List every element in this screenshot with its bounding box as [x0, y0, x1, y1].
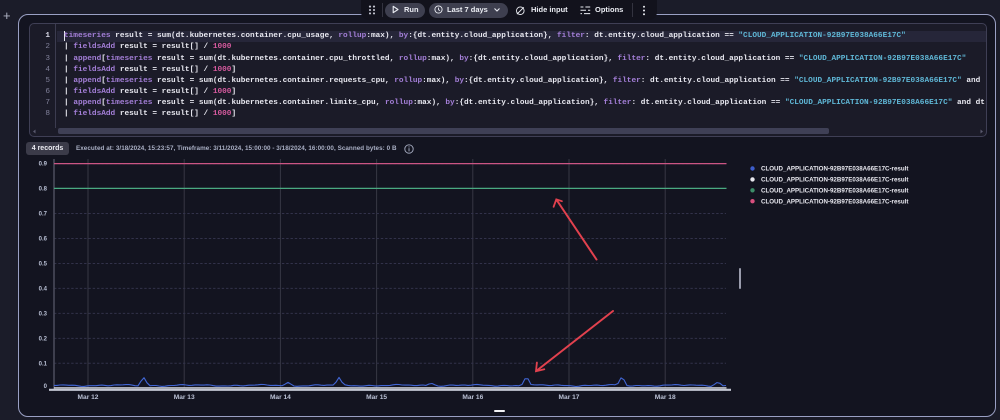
svg-text:Mar 18: Mar 18 [655, 394, 676, 401]
svg-text:Mar 15: Mar 15 [366, 394, 387, 401]
svg-text:0.2: 0.2 [39, 336, 48, 342]
svg-text:Mar 16: Mar 16 [462, 394, 483, 401]
svg-text:CLOUD_APPLICATION-92B97E038A66: CLOUD_APPLICATION-92B97E038A66E17C-resul… [761, 177, 908, 184]
svg-text:Mar 13: Mar 13 [174, 394, 195, 401]
svg-text:Mar 14: Mar 14 [270, 394, 291, 401]
svg-text:0.5: 0.5 [39, 262, 48, 268]
svg-text:0.1: 0.1 [39, 361, 48, 367]
svg-text:CLOUD_APPLICATION-92B97E038A66: CLOUD_APPLICATION-92B97E038A66E17C-resul… [761, 166, 908, 173]
svg-text:CLOUD_APPLICATION-92B97E038A66: CLOUD_APPLICATION-92B97E038A66E17C-resul… [761, 198, 908, 205]
svg-text:0.3: 0.3 [39, 311, 48, 317]
svg-text:0.8: 0.8 [39, 187, 48, 193]
svg-text:Mar 12: Mar 12 [78, 394, 99, 401]
svg-text:Mar 17: Mar 17 [559, 394, 580, 401]
svg-text:0: 0 [44, 384, 48, 390]
svg-text:0.4: 0.4 [39, 286, 48, 292]
svg-text:0.6: 0.6 [39, 237, 48, 243]
svg-text:0.9: 0.9 [39, 162, 48, 168]
svg-text:CLOUD_APPLICATION-92B97E038A66: CLOUD_APPLICATION-92B97E038A66E17C-resul… [761, 188, 908, 195]
svg-text:0.7: 0.7 [39, 212, 48, 218]
